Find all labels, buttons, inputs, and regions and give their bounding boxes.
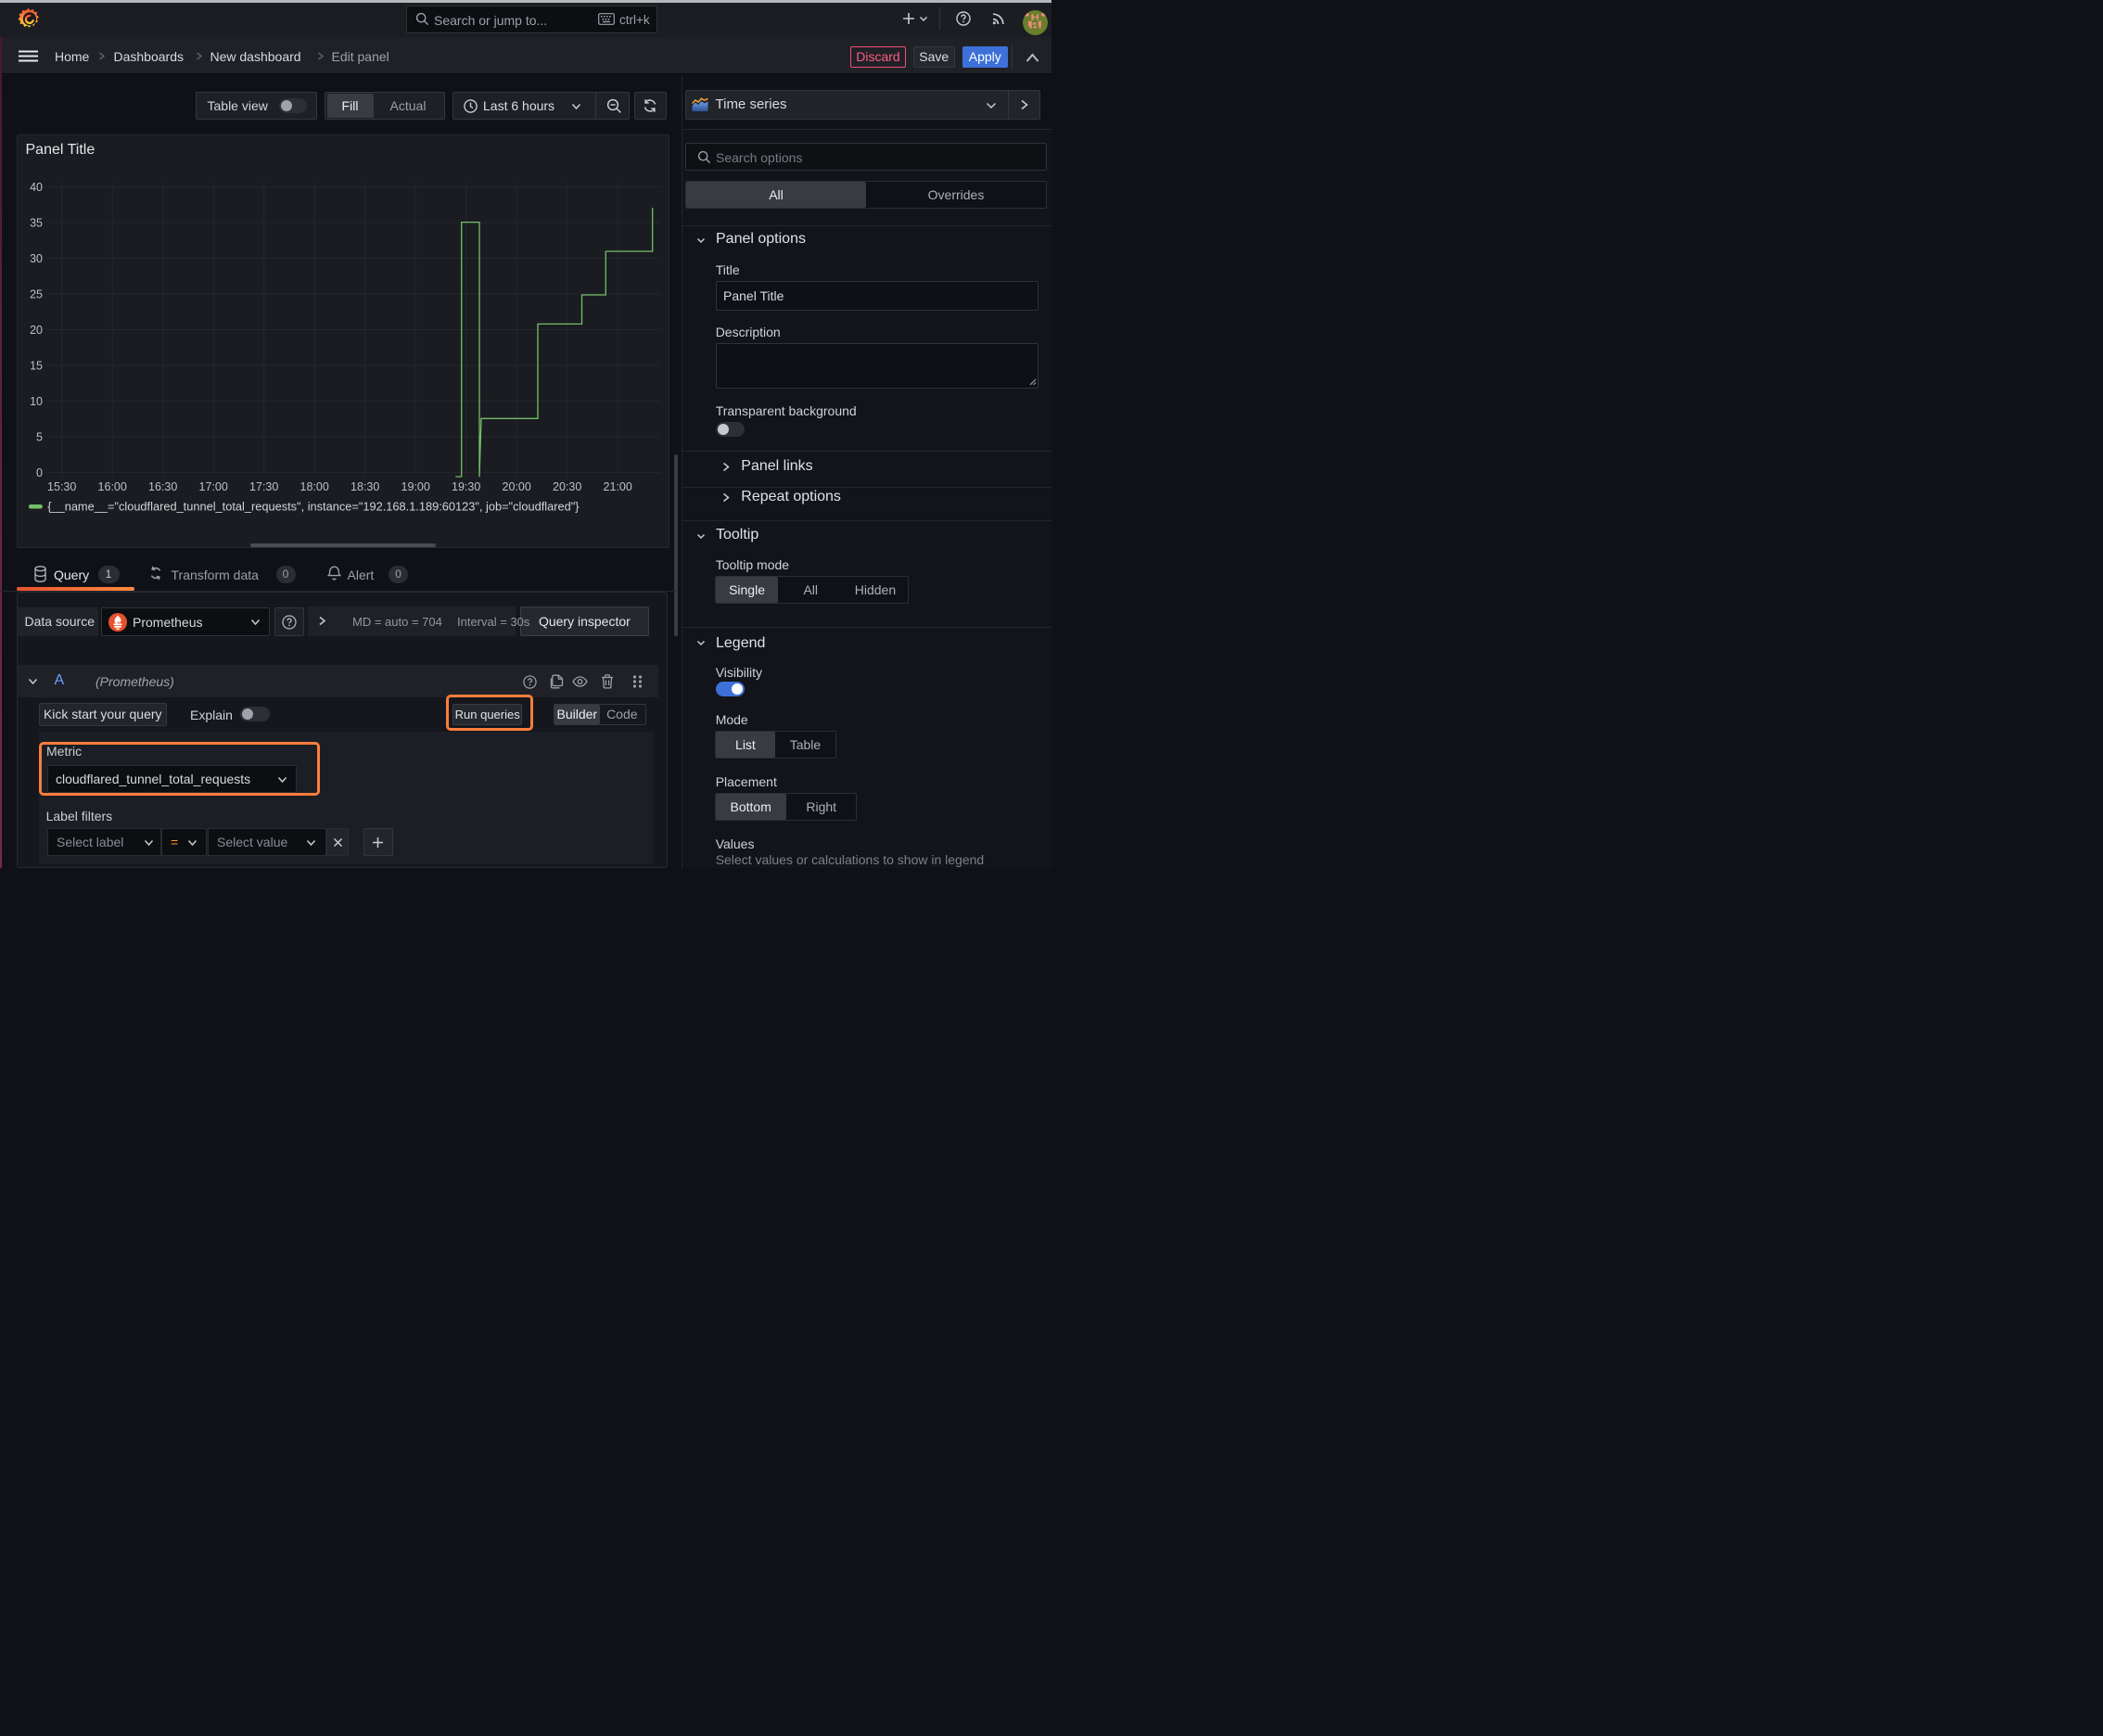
svg-text:30: 30 bbox=[30, 251, 43, 264]
svg-text:16:00: 16:00 bbox=[98, 480, 127, 493]
svg-text:20: 20 bbox=[30, 323, 43, 336]
svg-text:18:30: 18:30 bbox=[350, 480, 379, 493]
svg-text:19:30: 19:30 bbox=[452, 480, 480, 493]
svg-text:15:30: 15:30 bbox=[47, 480, 76, 493]
svg-text:{__name__="cloudflared_tunnel_: {__name__="cloudflared_tunnel_total_requ… bbox=[47, 499, 580, 513]
svg-text:16:30: 16:30 bbox=[148, 480, 177, 493]
svg-text:18:00: 18:00 bbox=[300, 480, 329, 493]
svg-text:19:00: 19:00 bbox=[401, 480, 430, 493]
svg-text:0: 0 bbox=[36, 466, 43, 479]
svg-text:25: 25 bbox=[30, 287, 43, 300]
svg-text:15: 15 bbox=[30, 359, 43, 372]
svg-text:35: 35 bbox=[30, 216, 43, 229]
svg-text:17:00: 17:00 bbox=[199, 480, 228, 493]
svg-text:20:30: 20:30 bbox=[553, 480, 581, 493]
svg-text:20:00: 20:00 bbox=[503, 480, 531, 493]
svg-text:21:00: 21:00 bbox=[604, 480, 632, 493]
svg-text:17:30: 17:30 bbox=[249, 480, 278, 493]
svg-text:10: 10 bbox=[30, 394, 43, 407]
svg-text:5: 5 bbox=[36, 430, 43, 443]
svg-text:40: 40 bbox=[30, 180, 43, 193]
